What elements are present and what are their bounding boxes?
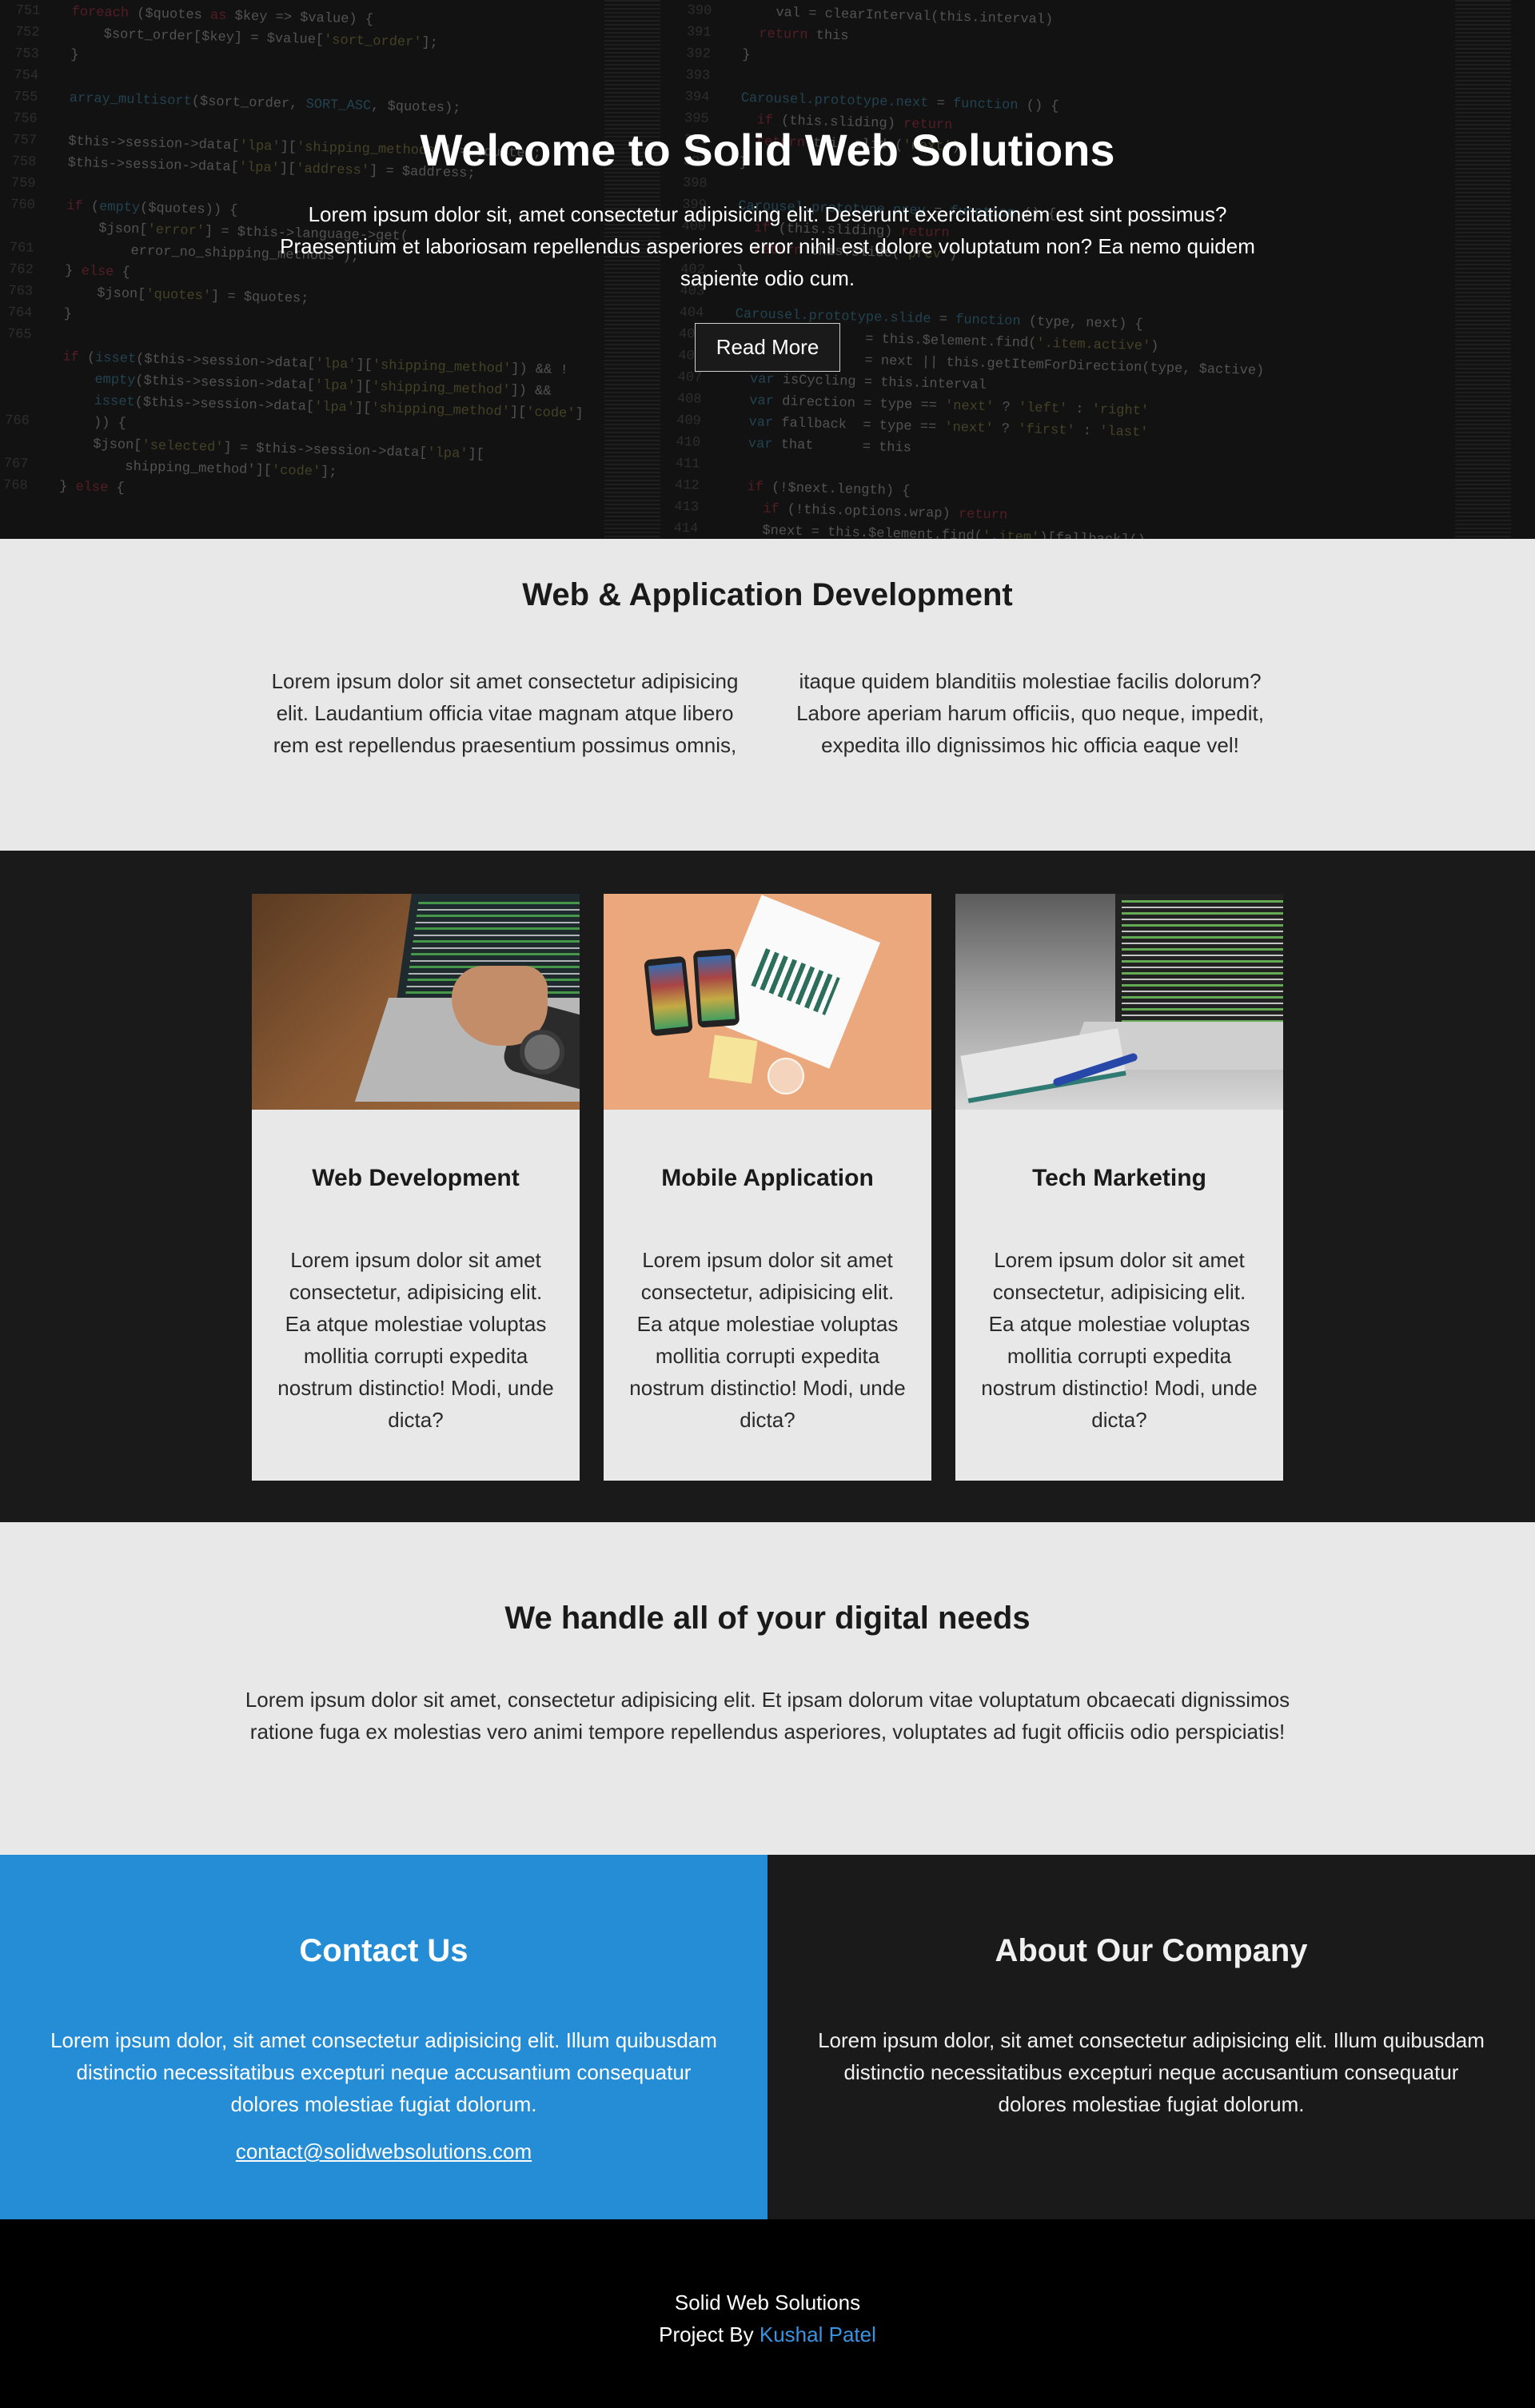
hero-title: Welcome to Solid Web Solutions [420,125,1115,175]
digital-needs-text: Lorem ipsum dolor sit amet, consectetur … [245,1688,1290,1744]
footer-credit: Project By Kushal Patel [0,2318,1535,2350]
service-cards-section: Web Development Lorem ipsum dolor sit am… [0,851,1535,1522]
phones-and-charts-photo [604,894,931,1110]
services-intro-text: Lorem ipsum dolor sit amet consectetur a… [271,669,1264,757]
about-company-title: About Our Company [995,1933,1308,1968]
card-title: Web Development [312,1165,520,1191]
card-title: Mobile Application [661,1165,874,1191]
contact-about-section: Contact Us Lorem ipsum dolor, sit amet c… [0,1855,1535,2219]
digital-needs-section: We handle all of your digital needs Lore… [0,1522,1535,1855]
contact-us-panel: Contact Us Lorem ipsum dolor, sit amet c… [0,1855,768,2219]
footer-credit-prefix: Project By [659,2322,754,2346]
footer-company-name: Solid Web Solutions [674,2290,861,2314]
service-cards: Web Development Lorem ipsum dolor sit am… [252,894,1283,1481]
digital-needs-title: We handle all of your digital needs [504,1601,1031,1636]
laptop-typing-photo [252,894,580,1110]
card-text: Lorem ipsum dolor sit amet consectetur, … [981,1248,1258,1432]
services-intro-section: Web & Application Development Lorem ipsu… [0,539,1535,851]
card-text: Lorem ipsum dolor sit amet consectetur, … [629,1248,906,1432]
read-more-button[interactable]: Read More [694,323,841,372]
about-company-text: Lorem ipsum dolor, sit amet consectetur … [818,2028,1485,2116]
card-mobile-application: Mobile Application Lorem ipsum dolor sit… [604,894,931,1481]
about-company-panel: About Our Company Lorem ipsum dolor, sit… [768,1855,1535,2219]
card-web-development: Web Development Lorem ipsum dolor sit am… [252,894,580,1481]
author-link[interactable]: Kushal Patel [760,2322,876,2346]
card-title: Tech Marketing [1032,1165,1206,1191]
contact-us-text: Lorem ipsum dolor, sit amet consectetur … [50,2028,717,2116]
contact-email-link[interactable]: contact@solidwebsolutions.com [236,2139,532,2164]
hero-content: Welcome to Solid Web Solutions Lorem ips… [0,120,1535,372]
hero-section: 751 foreach ($quotes as $key => $value) {… [0,0,1535,539]
services-intro-title: Web & Application Development [522,577,1013,612]
card-text: Lorem ipsum dolor sit amet consectetur, … [277,1248,554,1432]
card-tech-marketing: Tech Marketing Lorem ipsum dolor sit ame… [955,894,1283,1481]
contact-us-title: Contact Us [299,1933,468,1968]
laptop-notebook-photo [955,894,1283,1110]
hero-description: Lorem ipsum dolor sit, amet consectetur … [280,202,1255,290]
footer: Solid Web Solutions Project By Kushal Pa… [0,2219,1535,2408]
